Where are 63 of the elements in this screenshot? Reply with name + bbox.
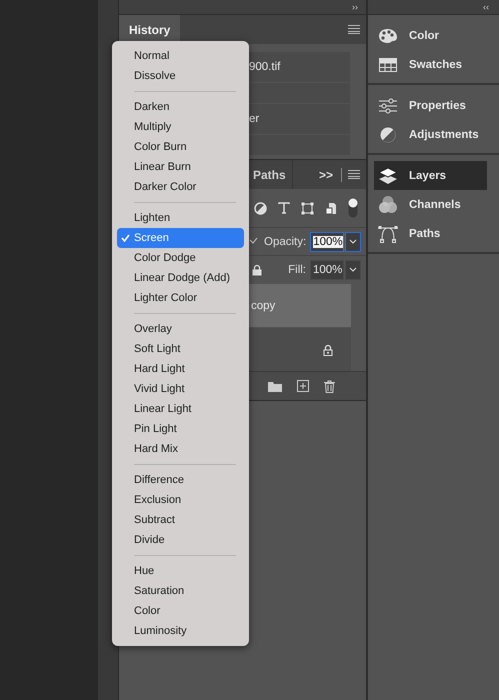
menu-item[interactable]: Divide [117,530,244,550]
type-filter-icon[interactable] [278,202,290,214]
dock-panel-button[interactable]: Color [374,21,487,50]
menu-item[interactable]: Exclusion [117,490,244,510]
dock-panel-button[interactable]: Adjustments [374,120,487,149]
menu-item[interactable]: Subtract [117,510,244,530]
layers-icon [378,168,398,184]
menu-item[interactable]: Linear Burn [117,157,244,177]
collapse-button[interactable]: ›› [352,2,358,12]
menu-item[interactable]: Screen [117,228,244,248]
menu-item[interactable]: Linear Dodge (Add) [117,268,244,288]
adjustment-filter-icon[interactable] [254,202,267,214]
filter-toggle-icon[interactable] [348,198,358,218]
dock-panel-button[interactable]: Paths [374,219,487,248]
menu-item[interactable]: Saturation [117,581,244,601]
menu-item[interactable]: Dissolve [117,66,244,86]
trash-icon[interactable] [324,380,335,392]
dock-panel-button[interactable]: Layers [374,161,487,190]
dock-panel-button[interactable]: Properties [374,91,487,120]
shape-filter-icon[interactable] [301,202,314,214]
menu-item[interactable]: Lighten [117,208,244,228]
overlapping-circles-icon [378,196,398,213]
fill-dropdown-icon[interactable] [345,260,361,280]
panel-menu-icon[interactable] [348,170,360,179]
menu-item[interactable]: Color [117,601,244,621]
grid-icon [378,58,398,72]
dock-panel-button[interactable]: Swatches [374,50,487,79]
menu-item[interactable]: Linear Light [117,399,244,419]
lock-icon[interactable] [252,264,262,276]
menu-item[interactable]: Difference [117,470,244,490]
palette-icon [378,28,398,42]
smart-object-filter-icon[interactable] [325,202,337,214]
menu-item[interactable]: Overlay [117,319,244,339]
dock-panel-button[interactable]: Channels [374,190,487,219]
bezier-path-icon [378,224,398,242]
menu-item[interactable]: Pin Light [117,419,244,439]
fill-label: Fill: [288,264,306,276]
checkmark-icon [121,234,130,242]
sliders-icon [378,98,398,114]
menu-item[interactable]: Color Burn [117,137,244,157]
new-layer-icon[interactable] [297,380,309,392]
menu-item[interactable]: Soft Light [117,339,244,359]
expand-button[interactable]: ‹‹ [483,2,489,12]
history-tab[interactable]: History [119,15,180,44]
menu-item[interactable]: Multiply [117,117,244,137]
collapse-button[interactable]: >> [318,168,333,182]
menu-item[interactable]: Darker Color [117,177,244,197]
menu-item[interactable]: Luminosity [117,621,244,641]
menu-item[interactable]: Hard Light [117,359,244,379]
menu-item[interactable]: Normal [117,46,244,66]
fill-field[interactable]: 100% [310,260,344,280]
menu-item[interactable]: Lighter Color [117,288,244,308]
menu-item[interactable]: Hue [117,561,244,581]
opacity-dropdown-icon[interactable] [345,232,362,252]
menu-item[interactable]: Hard Mix [117,439,244,459]
menu-item[interactable]: Darken [117,97,244,117]
folder-icon[interactable] [268,380,282,392]
lock-icon [323,344,333,356]
half-circle-icon [378,126,398,142]
opacity-label: Opacity: [264,236,306,248]
menu-item[interactable]: Color Dodge [117,248,244,268]
opacity-field[interactable]: 100% [310,232,344,252]
panel-menu-icon[interactable] [348,25,360,34]
